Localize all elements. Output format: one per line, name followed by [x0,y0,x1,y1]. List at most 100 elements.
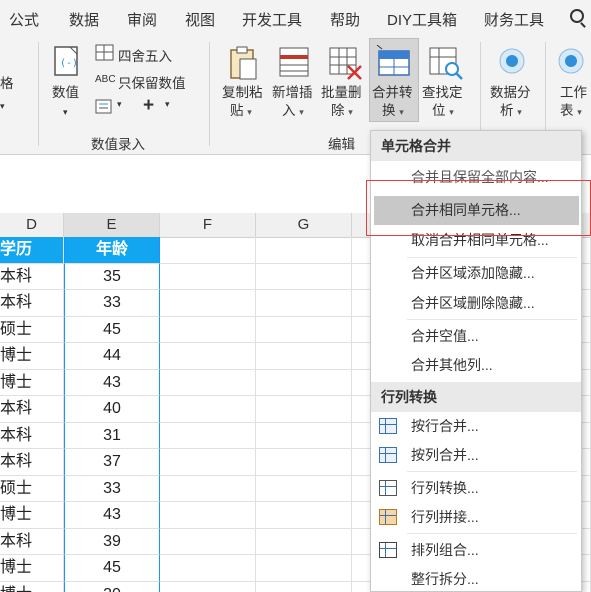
find-grid-icon [429,47,463,80]
education-cell[interactable]: 本科 [0,528,64,555]
cell[interactable] [160,502,256,529]
education-cell[interactable]: 本科 [0,396,64,423]
cell[interactable] [256,528,352,555]
education-cell[interactable]: 本科 [0,422,64,449]
age-cell[interactable]: 37 [64,449,160,476]
menu-item-permutation[interactable]: 排列组合... [371,536,581,565]
cell[interactable] [256,422,352,449]
education-cell[interactable]: 硕士 [0,316,64,343]
age-cell[interactable]: 39 [64,528,160,555]
age-cell[interactable]: 45 [64,316,160,343]
education-cell[interactable]: 博士 [0,581,64,592]
header-cell-education[interactable]: 学历 [0,237,64,264]
menu-item-merge-empty[interactable]: 合并空值... [371,322,581,351]
cell[interactable] [160,396,256,423]
education-cell[interactable]: 博士 [0,343,64,370]
column-header-d[interactable]: D [0,213,64,237]
chevron-down-icon: ▾ [517,107,522,117]
cell[interactable] [256,396,352,423]
education-cell[interactable]: 本科 [0,263,64,290]
worksheet-label: 工作 [560,85,587,100]
menu-item-merge-by-column[interactable]: 按列合并... [371,441,581,470]
worksheet-label-tail: 表 [560,103,574,118]
round-button[interactable]: 四舍五入 [118,45,172,65]
education-cell[interactable]: 本科 [0,290,64,317]
cell[interactable] [160,581,256,592]
cell[interactable] [256,581,352,592]
age-cell[interactable]: 43 [64,369,160,396]
cell[interactable] [160,290,256,317]
tab-diy-toolbox[interactable]: DIY工具箱 [387,9,457,30]
age-cell[interactable]: 35 [64,263,160,290]
tab-review[interactable]: 审阅 [127,9,157,30]
plus-icon[interactable]: + [143,95,154,117]
cell[interactable] [160,449,256,476]
cell[interactable] [256,555,352,582]
age-cell[interactable]: 31 [64,422,160,449]
clipboard-icon [230,46,257,80]
cell[interactable] [256,290,352,317]
tab-view[interactable]: 视图 [185,9,215,30]
menu-item-split-rows[interactable]: 整行拆分... [371,565,581,591]
grid-icon [379,447,397,463]
format-icon[interactable] [95,99,113,115]
copy-icon [379,542,397,558]
menu-item-label: 按列合并... [411,447,479,463]
cell[interactable] [256,343,352,370]
cell[interactable] [256,449,352,476]
chevron-down-icon[interactable]: ▾ [165,99,170,110]
cell[interactable] [160,263,256,290]
chevron-down-icon[interactable]: ▾ [117,99,122,110]
cell[interactable] [160,422,256,449]
age-cell[interactable]: 44 [64,343,160,370]
menu-item-merge-other-columns[interactable]: 合并其他列... [371,351,581,380]
cell[interactable] [160,369,256,396]
ribbon-partial-label[interactable]: 格 [0,76,14,92]
find-locate-label: 查找定 [422,85,463,100]
education-cell[interactable]: 博士 [0,369,64,396]
keep-value-button[interactable]: 只保留数值 [118,72,186,92]
cell[interactable] [160,475,256,502]
menu-item-merge-area-remove-hidden[interactable]: 合并区域删除隐藏... [371,289,581,318]
search-icon[interactable] [570,9,584,23]
age-cell[interactable]: 33 [64,475,160,502]
education-cell[interactable]: 硕士 [0,475,64,502]
grid-icon [379,418,397,434]
age-cell[interactable]: 33 [64,290,160,317]
cell[interactable] [256,475,352,502]
tab-help[interactable]: 帮助 [330,9,360,30]
menu-item-merge-area-add-hidden[interactable]: 合并区域添加隐藏... [371,259,581,288]
age-cell[interactable]: 30 [64,581,160,592]
age-cell[interactable]: 45 [64,555,160,582]
cell[interactable] [256,316,352,343]
cell[interactable] [160,528,256,555]
group-divider [209,42,210,146]
cell[interactable] [160,343,256,370]
cell[interactable] [256,369,352,396]
chevron-down-icon[interactable]: ▾ [0,98,5,114]
tab-data[interactable]: 数据 [69,9,99,30]
column-header-g[interactable]: G [256,213,352,237]
tab-developer[interactable]: 开发工具 [242,9,302,30]
cell[interactable] [160,555,256,582]
menu-item-transpose[interactable]: 行列转换... [371,474,581,503]
cell[interactable] [256,263,352,290]
age-cell[interactable]: 43 [64,502,160,529]
column-header-f[interactable]: F [160,213,256,237]
cell[interactable] [160,316,256,343]
menu-item-concat-rows-columns[interactable]: 行列拼接... [371,503,581,532]
cell[interactable] [256,502,352,529]
data-analysis-label-2: 析 ▾ [500,103,522,120]
menu-separator [407,471,577,472]
column-header-e[interactable]: E [64,213,160,237]
menu-item-merge-by-row[interactable]: 按行合并... [371,412,581,441]
education-cell[interactable]: 本科 [0,449,64,476]
education-cell[interactable]: 博士 [0,502,64,529]
tab-finance-tools[interactable]: 财务工具 [484,9,544,30]
cell[interactable] [256,237,352,264]
tab-formulas[interactable]: 公式 [9,9,39,30]
header-cell-age[interactable]: 年龄 [64,237,160,264]
cell[interactable] [160,237,256,264]
education-cell[interactable]: 博士 [0,555,64,582]
age-cell[interactable]: 40 [64,396,160,423]
